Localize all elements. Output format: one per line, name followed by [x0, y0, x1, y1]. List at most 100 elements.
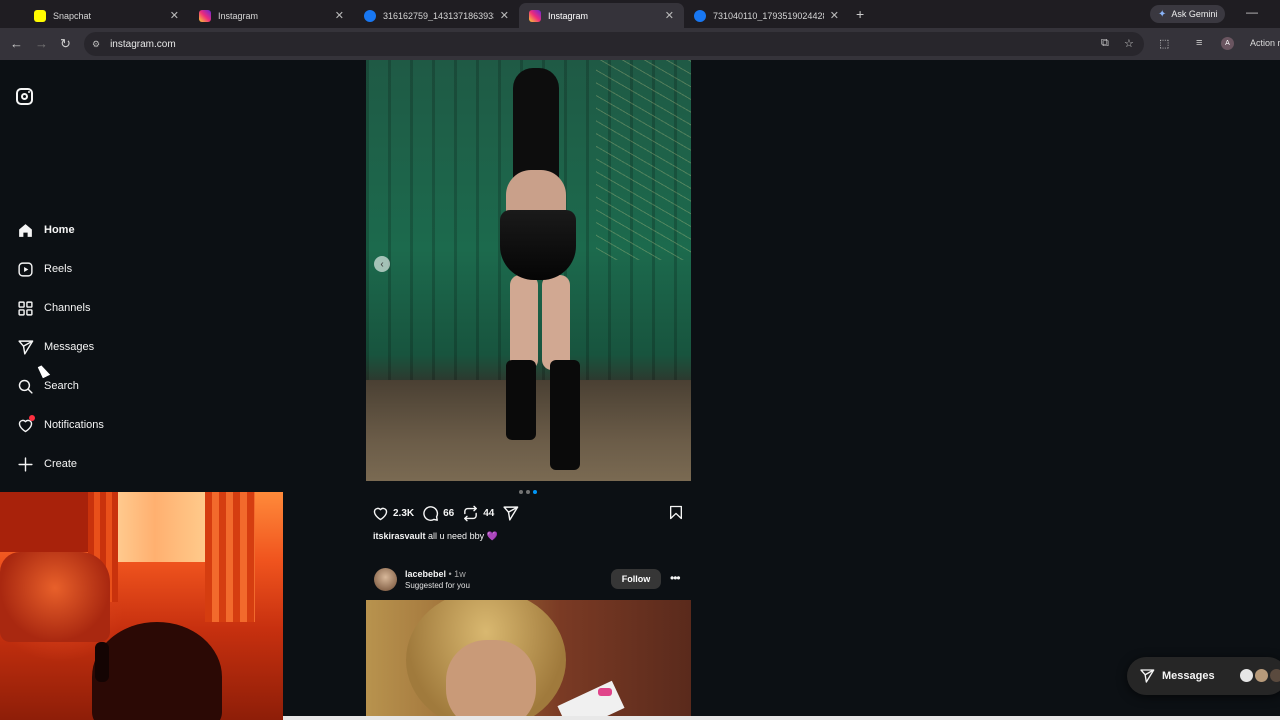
instagram-favicon-icon: [199, 9, 211, 22]
back-arrow-icon[interactable]: ←: [10, 36, 23, 51]
avatar[interactable]: [374, 568, 397, 591]
tab-title: Instagram: [548, 10, 589, 21]
webcam-overlay: [0, 492, 283, 720]
tab-facebook-2[interactable]: 731040110_1793519024428358 ✕: [684, 3, 849, 28]
sidebar-item-messages[interactable]: Messages: [16, 335, 216, 359]
caption-text: all u need bby: [425, 531, 487, 541]
sidebar-item-label: Notifications: [44, 419, 104, 431]
messages-icon: [16, 338, 34, 356]
tab-snapchat[interactable]: Snapchat ✕: [24, 3, 189, 28]
repost-icon: [464, 505, 478, 521]
post-username[interactable]: lacebebel • 1w: [405, 569, 466, 579]
carousel-indicator: [519, 490, 537, 494]
address-bar[interactable]: ⚙ instagram.com: [84, 32, 1144, 56]
comment-button[interactable]: 66: [422, 505, 454, 522]
profile-avatar[interactable]: A: [1221, 37, 1234, 50]
tab-instagram-active[interactable]: Instagram ✕: [519, 3, 684, 28]
site-info-icon[interactable]: ⚙: [92, 39, 100, 50]
username-text[interactable]: lacebebel: [405, 569, 446, 579]
sidebar-item-label: Channels: [44, 302, 91, 314]
sidebar-item-channels[interactable]: Channels: [16, 296, 216, 320]
browser-toolbar: ← → ↻ ⚙ instagram.com ⧉ ☆ ⬚ ≡ A Action r: [0, 28, 1280, 60]
caption-emoji: 💜: [486, 531, 498, 541]
sidebar-item-label: Search: [44, 380, 79, 392]
close-icon[interactable]: ✕: [335, 9, 344, 22]
extensions-icon[interactable]: ⬚: [1159, 37, 1169, 50]
bottom-edge: [283, 716, 1280, 720]
snapchat-favicon-icon: [34, 9, 46, 22]
post-image[interactable]: [366, 600, 691, 720]
browser-tab-strip: Snapchat ✕ Instagram ✕ 316162759_1431371…: [0, 0, 1280, 28]
sidebar-item-search[interactable]: Search: [16, 374, 216, 398]
close-icon[interactable]: ✕: [665, 9, 674, 22]
sidebar-item-notifications[interactable]: Notifications: [16, 413, 216, 437]
avatar: [1268, 667, 1280, 684]
sidebar-item-label: Create: [44, 458, 78, 470]
new-tab-icon[interactable]: +: [856, 6, 864, 22]
notification-dot: [29, 415, 35, 421]
close-icon[interactable]: ✕: [500, 9, 509, 22]
ask-gemini-button[interactable]: ✦ Ask Gemini: [1150, 5, 1226, 23]
install-app-icon[interactable]: ⧉: [1101, 37, 1109, 50]
forward-arrow-icon[interactable]: →: [35, 36, 48, 51]
suggested-label: Suggested for you: [405, 581, 470, 590]
heart-icon: [373, 507, 388, 520]
share-icon: [503, 505, 519, 521]
share-button[interactable]: [502, 505, 523, 522]
close-icon[interactable]: ✕: [170, 9, 179, 22]
sidebar-item-label: Reels: [44, 263, 73, 275]
post-actions: 2.3K 66 44: [372, 503, 684, 523]
sidebar-item-label: Home: [44, 224, 75, 236]
carousel-dot: [526, 490, 530, 494]
messages-floating-button[interactable]: Messages: [1127, 657, 1280, 695]
url-text: instagram.com: [110, 38, 176, 50]
comment-count: 66: [443, 507, 455, 519]
like-button[interactable]: 2.3K: [372, 505, 414, 522]
save-button[interactable]: [668, 504, 684, 526]
sidebar-item-label: Messages: [44, 341, 95, 353]
instagram-favicon-icon: [529, 9, 541, 22]
sidebar-item-home[interactable]: Home: [16, 218, 216, 242]
sidebar-item-reels[interactable]: Reels: [16, 257, 216, 281]
home-icon: [16, 221, 34, 239]
post-image[interactable]: [366, 60, 691, 481]
messages-label: Messages: [1162, 670, 1215, 682]
post-header: lacebebel • 1w Suggested for you Follow …: [374, 566, 686, 592]
gemini-sparkle-icon: ✦: [1158, 8, 1167, 20]
tab-title: Snapchat: [53, 10, 92, 21]
reels-icon: [16, 260, 34, 278]
tab-facebook-1[interactable]: 316162759_1431371863933185 ✕: [354, 3, 519, 28]
carousel-dot: [519, 490, 523, 494]
minimize-window-icon[interactable]: —: [1246, 5, 1258, 19]
caption-username[interactable]: itskirasvault: [373, 531, 426, 541]
media-controls-icon[interactable]: ≡: [1196, 37, 1202, 49]
tab-title: 316162759_1431371863933185: [383, 10, 494, 21]
ask-gemini-label: Ask Gemini: [1171, 9, 1218, 19]
action-button[interactable]: Action r: [1250, 38, 1280, 48]
messages-icon: [1140, 669, 1155, 683]
post-time: • 1w: [446, 569, 466, 579]
search-icon: [16, 377, 34, 395]
more-options-icon[interactable]: •••: [670, 571, 681, 585]
post-caption: itskirasvault all u need bby 💜: [373, 531, 498, 542]
channels-icon: [16, 299, 34, 317]
heart-icon: [16, 415, 35, 434]
sidebar-item-create[interactable]: Create: [16, 452, 216, 476]
plus-icon: [16, 455, 34, 473]
instagram-logo-icon[interactable]: [16, 88, 33, 105]
tab-title: 731040110_1793519024428358: [713, 10, 824, 21]
repost-button[interactable]: 44: [462, 505, 494, 522]
comment-icon: [423, 505, 439, 521]
reload-icon[interactable]: ↻: [60, 36, 71, 52]
carousel-dot-active: [533, 490, 537, 494]
repost-count: 44: [483, 507, 495, 519]
carousel-prev-button[interactable]: ‹: [374, 256, 390, 272]
like-count: 2.3K: [393, 507, 415, 519]
tab-instagram-1[interactable]: Instagram ✕: [189, 3, 354, 28]
bookmark-star-icon[interactable]: ☆: [1124, 37, 1134, 50]
close-icon[interactable]: ✕: [830, 9, 839, 22]
tab-title: Instagram: [218, 10, 259, 21]
follow-button[interactable]: Follow: [611, 569, 661, 589]
bookmark-icon: [670, 505, 682, 520]
facebook-favicon-icon: [694, 9, 706, 22]
